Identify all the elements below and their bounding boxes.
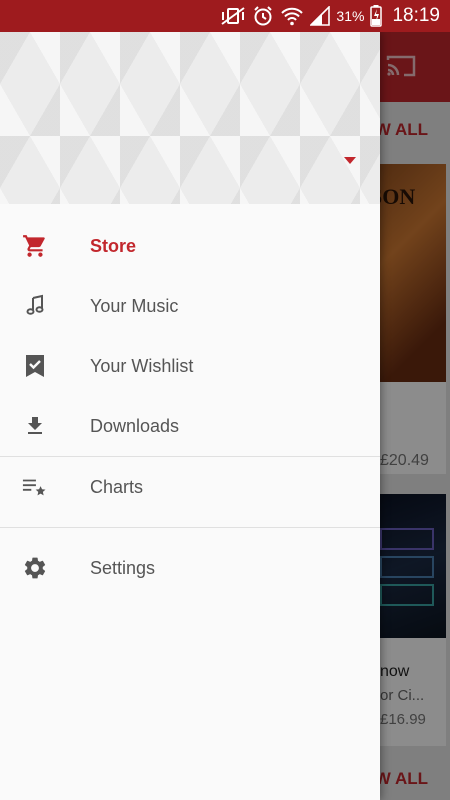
clock: 18:19 <box>392 5 440 26</box>
nav-item-label: Store <box>90 235 137 256</box>
music-note-icon <box>22 293 48 319</box>
nav-item-label: Settings <box>90 557 156 578</box>
nav-item-charts[interactable]: Charts <box>0 457 380 517</box>
nav-item-your-wishlist[interactable]: Your Wishlist <box>0 336 380 396</box>
charts-list-star-icon <box>22 474 48 500</box>
nav-item-store[interactable]: Store <box>0 216 380 276</box>
battery-percent: 31% <box>336 8 365 24</box>
bookmark-check-icon <box>22 353 48 379</box>
cart-icon <box>22 233 48 259</box>
drawer-header[interactable] <box>0 32 380 204</box>
nav-item-settings[interactable]: Settings <box>0 538 380 598</box>
wifi-icon <box>280 5 304 27</box>
account-dropdown-icon[interactable] <box>344 157 356 164</box>
download-icon <box>22 413 48 439</box>
alarm-icon <box>252 5 274 27</box>
status-bar: 31% 18:19 <box>0 0 450 32</box>
nav-item-label: Downloads <box>90 415 180 436</box>
nav-item-label: Charts <box>90 476 144 497</box>
nav-item-label: Your Music <box>90 295 179 316</box>
navigation-drawer: Store Your Music Your Wishlist Downloads <box>0 32 380 800</box>
nav-item-your-music[interactable]: Your Music <box>0 276 380 336</box>
vibrate-mute-icon <box>220 6 246 26</box>
drawer-nav: Store Your Music Your Wishlist Downloads <box>0 216 380 598</box>
battery-charging-icon <box>370 5 383 27</box>
nav-item-downloads[interactable]: Downloads <box>0 396 380 456</box>
signal-icon <box>310 6 331 26</box>
gear-icon <box>22 555 48 581</box>
nav-item-label: Your Wishlist <box>90 355 194 376</box>
